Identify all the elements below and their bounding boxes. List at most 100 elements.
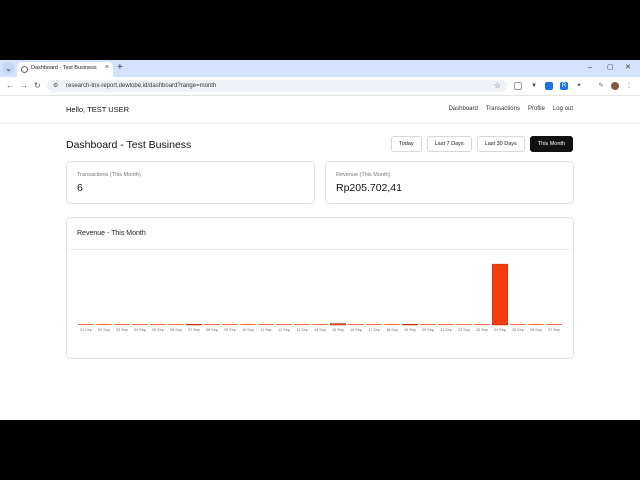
bar-12-sep[interactable]	[276, 324, 292, 325]
browser-window: ⌄ Dashboard - Test Business × + – ▢ ✕ ← …	[0, 60, 640, 420]
menu-kebab-icon[interactable]: ⋮	[625, 82, 633, 90]
blue-extension-icon[interactable]	[545, 82, 553, 90]
bar-10-sep[interactable]	[240, 324, 256, 325]
edit-icon[interactable]: ✎	[597, 82, 605, 90]
bar-03-sep[interactable]	[114, 324, 130, 325]
x-tick-label: 01 Sep	[80, 328, 91, 332]
bookmark-star-icon[interactable]: ☆	[494, 81, 501, 91]
close-icon[interactable]: ×	[105, 64, 109, 71]
nav-link-dashboard[interactable]: Dashboard	[448, 106, 477, 112]
minimize-icon[interactable]: –	[588, 62, 592, 74]
nav-link-transactions[interactable]: Transactions	[486, 106, 520, 112]
x-tick-label: 25 Sep	[512, 328, 523, 332]
extension-icon[interactable]	[514, 82, 522, 90]
x-tick-label: 17 Sep	[368, 328, 379, 332]
bar-02-sep[interactable]	[96, 324, 112, 325]
filter-extension-icon[interactable]: ▼	[530, 82, 538, 90]
x-tick-label: 03 Sep	[116, 328, 127, 332]
bar-06-sep[interactable]	[168, 324, 184, 325]
bar-26-sep[interactable]	[528, 324, 544, 325]
bar-11-sep[interactable]	[258, 324, 274, 325]
bar-13-sep[interactable]	[294, 324, 310, 325]
avatar[interactable]	[611, 82, 619, 90]
revenue-card: Revenue (This Month) Rp205.702,41	[325, 161, 574, 204]
puzzle-icon[interactable]: ✦	[575, 82, 583, 90]
bar-25-sep[interactable]	[510, 324, 526, 325]
bar-16-sep[interactable]	[348, 324, 364, 325]
x-tick-label: 18 Sep	[386, 328, 397, 332]
chart-title: Revenue - This Month	[77, 230, 146, 237]
x-tick-label: 27 Sep	[548, 328, 559, 332]
bar-22-sep[interactable]	[456, 324, 472, 325]
bar-04-sep[interactable]	[132, 324, 148, 325]
greeting-text: Hello, TEST USER	[66, 105, 130, 114]
range-this-month-button[interactable]: This Month	[529, 136, 573, 152]
bar-20-sep[interactable]	[420, 324, 436, 325]
nav-link-logout[interactable]: Log out	[553, 106, 573, 112]
tab-strip: ⌄ Dashboard - Test Business × + – ▢ ✕	[0, 60, 640, 77]
reload-icon[interactable]: ↻	[34, 80, 41, 92]
bar-24-sep[interactable]	[492, 263, 508, 326]
globe-icon	[21, 66, 28, 73]
x-tick-label: 04 Sep	[134, 328, 145, 332]
range-30-days-button[interactable]: Last 30 Days	[476, 136, 525, 152]
x-tick-label: 22 Sep	[458, 328, 469, 332]
address-bar[interactable]: ⚙ research-tnx-report.dewlobe.id/dashboa…	[47, 80, 507, 92]
nav-links: Dashboard Transactions Profile Log out	[448, 106, 573, 112]
x-tick-label: 12 Sep	[278, 328, 289, 332]
window-close-icon[interactable]: ✕	[625, 62, 631, 74]
bar-23-sep[interactable]	[474, 324, 490, 325]
x-tick-label: 09 Sep	[224, 328, 235, 332]
page-title: Dashboard - Test Business	[66, 139, 192, 151]
x-tick-label: 20 Sep	[422, 328, 433, 332]
transactions-value: 6	[77, 182, 83, 194]
nav-link-profile[interactable]: Profile	[528, 106, 545, 112]
x-tick-label: 19 Sep	[404, 328, 415, 332]
transactions-label: Transactions (This Month)	[77, 172, 141, 178]
url-text[interactable]: research-tnx-report.dewlobe.id/dashboard…	[66, 82, 216, 90]
x-tick-label: 24 Sep	[494, 328, 505, 332]
bar-19-sep[interactable]	[402, 323, 418, 326]
bar-15-sep[interactable]	[330, 323, 346, 326]
revenue-bar-chart: 01 Sep 02 Sep 03 Sep 04 Sep 05 Sep 06 Sep 07 S…	[78, 263, 562, 332]
x-tick-label: 23 Sep	[476, 328, 487, 332]
x-tick-label: 11 Sep	[260, 328, 271, 332]
x-tick-label: 05 Sep	[152, 328, 163, 332]
bar-18-sep[interactable]	[384, 324, 400, 325]
revenue-value: Rp205.702,41	[336, 182, 402, 194]
maximize-icon[interactable]: ▢	[607, 62, 614, 74]
browser-tab[interactable]: Dashboard - Test Business ×	[17, 62, 113, 77]
tab-search-button[interactable]: ⌄	[3, 63, 14, 74]
new-tab-button[interactable]: +	[117, 62, 123, 74]
bar-07-sep[interactable]	[186, 323, 202, 326]
x-tick-label: 07 Sep	[188, 328, 199, 332]
revenue-chart-card: Revenue - This Month 01 Sep 02 Sep 03 Sep 0…	[66, 217, 574, 359]
revenue-label: Revenue (This Month)	[336, 172, 391, 178]
x-tick-label: 02 Sep	[98, 328, 109, 332]
bar-05-sep[interactable]	[150, 324, 166, 325]
r-extension-icon[interactable]: R	[560, 82, 568, 90]
x-tick-label: 08 Sep	[206, 328, 217, 332]
range-selector: Today Last 7 Days Last 30 Days This Mont…	[390, 136, 573, 152]
bar-09-sep[interactable]	[222, 324, 238, 325]
transactions-card: Transactions (This Month) 6	[66, 161, 315, 204]
x-tick-label: 14 Sep	[314, 328, 325, 332]
browser-toolbar: ← → ↻ ⚙ research-tnx-report.dewlobe.id/d…	[0, 77, 640, 96]
site-navbar: Hello, TEST USER Dashboard Transactions …	[0, 96, 640, 124]
web-page: Hello, TEST USER Dashboard Transactions …	[0, 96, 640, 420]
forward-icon[interactable]: →	[20, 80, 28, 92]
bar-17-sep[interactable]	[366, 324, 382, 325]
x-tick-label: 13 Sep	[296, 328, 307, 332]
range-7-days-button[interactable]: Last 7 Days	[426, 136, 472, 152]
x-tick-label: 21 Sep	[440, 328, 451, 332]
range-today-button[interactable]: Today	[390, 136, 422, 152]
tab-title: Dashboard - Test Business	[31, 65, 97, 71]
bar-27-sep[interactable]	[546, 324, 562, 325]
bar-21-sep[interactable]	[438, 324, 454, 325]
bar-14-sep[interactable]	[312, 324, 328, 325]
bar-08-sep[interactable]	[204, 324, 220, 325]
back-icon[interactable]: ←	[6, 80, 14, 92]
x-tick-label: 16 Sep	[350, 328, 361, 332]
bar-01-sep[interactable]	[78, 324, 94, 325]
site-info-icon[interactable]: ⚙	[53, 82, 58, 90]
